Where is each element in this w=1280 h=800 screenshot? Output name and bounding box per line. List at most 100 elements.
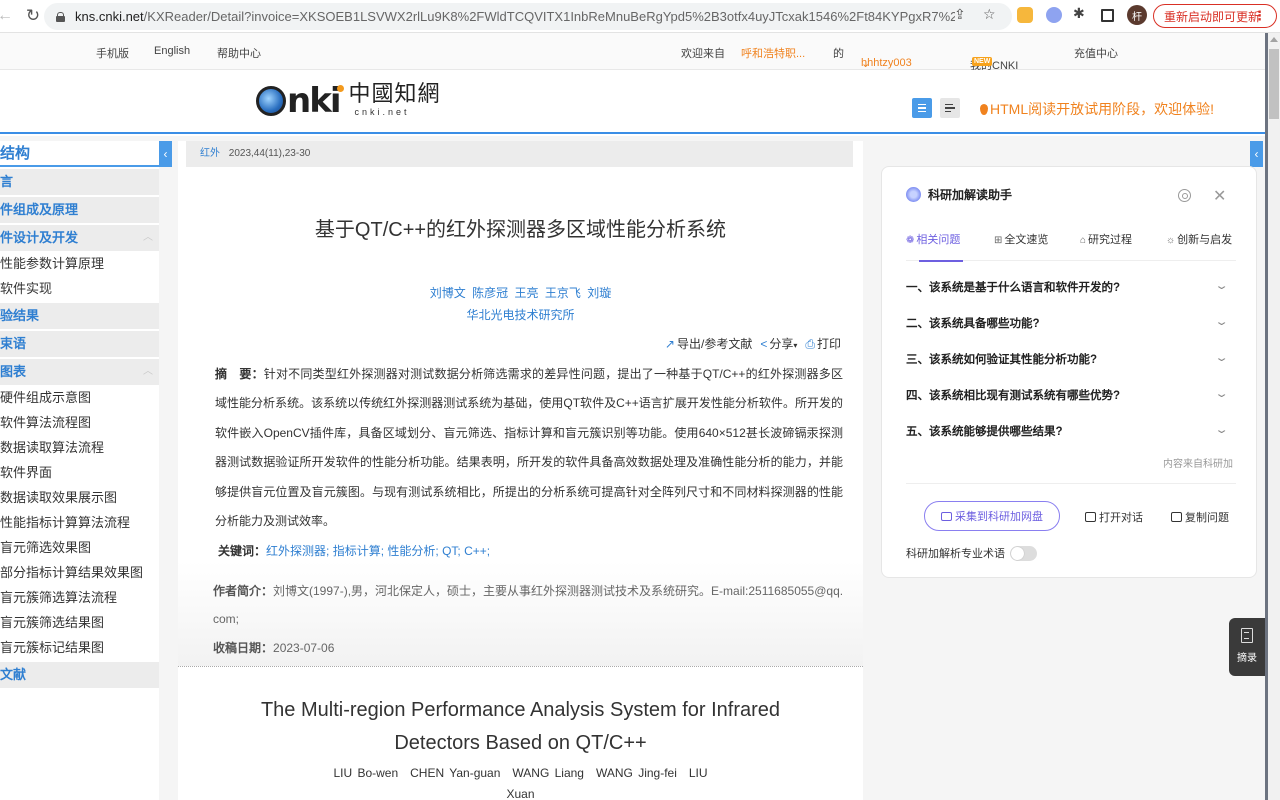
tab-icon: ⊞ xyxy=(994,235,1003,246)
help-link[interactable]: 帮助中心 xyxy=(217,45,261,61)
toc-item[interactable]: 盲元筛选效果图 xyxy=(0,535,159,560)
assistant-title-text: 科研加解读助手 xyxy=(928,188,1013,202)
toc-item[interactable]: 盲元簇标记结果图 xyxy=(0,635,159,660)
toc-item[interactable]: 硬件组成示意图 xyxy=(0,385,159,410)
question-item[interactable]: 一、该系统是基于什么语言和软件开发的? ⌄ xyxy=(906,277,1236,313)
keyword-link[interactable]: 指标计算 xyxy=(333,544,381,558)
chevron-up-icon[interactable]: ︿ xyxy=(143,225,153,251)
toc-item-label: 数据读取效果展示图 xyxy=(0,490,118,505)
copy-question-button[interactable]: 复制问题 xyxy=(1171,509,1229,525)
toc-item[interactable]: 性能指标计算算法流程 xyxy=(0,510,159,535)
scroll-up-arrow-icon[interactable] xyxy=(1270,37,1278,42)
toc-item[interactable]: 图表 ︿ xyxy=(0,357,159,385)
question-item[interactable]: 二、该系统具备哪些功能? ⌄ xyxy=(906,313,1236,349)
export-icon: ↗ xyxy=(664,337,675,351)
toc-item[interactable]: 性能参数计算原理 xyxy=(0,251,159,276)
toc-item-label: 件设计及开发 xyxy=(0,230,79,245)
view-mode-left-button[interactable] xyxy=(940,98,960,118)
toc-item[interactable]: 部分指标计算结果效果图 xyxy=(0,560,159,585)
author-link[interactable]: 刘博文 xyxy=(430,286,466,300)
toc-item[interactable]: 言 xyxy=(0,167,159,195)
toc-item[interactable]: 件组成及原理 xyxy=(0,195,159,223)
abstract: 摘 要：针对不同类型红外探测器对测试数据分析筛选需求的差异性问题，提出了一种基于… xyxy=(215,360,843,536)
tab-label: 全文速览 xyxy=(1004,234,1049,246)
assistant-tabs: ❁ 相关问题 ⊞ 全文速览 ⌂ 研究过程 ☼ 创新与启发 xyxy=(906,231,1236,262)
toc-item[interactable]: 束语 xyxy=(0,329,159,357)
chevron-up-icon[interactable]: ︿ xyxy=(143,359,153,385)
right-panel-collapse-button[interactable]: ‹ xyxy=(1250,141,1263,167)
toc-item-label: 盲元筛选效果图 xyxy=(0,540,92,555)
notes-icon xyxy=(1241,628,1253,643)
question-item[interactable]: 四、该系统相比现有测试系统有哪些优势? ⌄ xyxy=(906,385,1236,421)
reload-icon[interactable]: ↻ xyxy=(22,5,44,27)
toc-item[interactable]: 数据读取算法流程 xyxy=(0,435,159,460)
excerpt-button[interactable]: 摘录 xyxy=(1229,618,1265,676)
cnki-logo[interactable]: nki 中國知網 cnki.net xyxy=(256,78,441,120)
address-bar[interactable]: kns.cnki.net/KXReader/Detail?invoice=XKS… xyxy=(44,3,1012,30)
back-icon[interactable]: ← xyxy=(0,5,16,27)
share-button[interactable]: < 分享▾ xyxy=(760,335,797,352)
content-source: 内容来自科研加 xyxy=(1163,459,1233,470)
toc-collapse-button[interactable]: ‹ xyxy=(159,141,172,167)
new-badge: NEW xyxy=(972,57,993,66)
author-link[interactable]: 王京飞 xyxy=(545,286,581,300)
settings-gear-icon[interactable] xyxy=(1178,189,1191,202)
toc-item[interactable]: 盲元簇筛选结果图 xyxy=(0,610,159,635)
url-text[interactable]: kns.cnki.net/KXReader/Detail?invoice=XKS… xyxy=(75,9,955,24)
update-label: 重新启动即可更新 xyxy=(1164,9,1261,24)
assistant-tab[interactable]: ⊞ 全文速览 xyxy=(994,231,1080,261)
toc-item[interactable]: 数据读取效果展示图 xyxy=(0,485,159,510)
mobile-link[interactable]: 手机版 xyxy=(96,45,129,61)
collect-to-drive-button[interactable]: 采集到科研加网盘 xyxy=(924,501,1060,531)
toc-item[interactable]: 验结果 xyxy=(0,301,159,329)
question-text: 四、该系统相比现有测试系统有哪些优势? xyxy=(906,390,1121,402)
profile-avatar[interactable]: 杆 xyxy=(1127,5,1147,25)
author-link[interactable]: 陈彦冠 xyxy=(472,286,508,300)
toc-item-label: 部分指标计算结果效果图 xyxy=(0,565,144,580)
keyword-link[interactable]: QT xyxy=(442,544,457,558)
assistant-tab[interactable]: ❁ 相关问题 xyxy=(906,231,994,262)
toc-item-label: 文献 xyxy=(0,667,27,682)
author-link[interactable]: 王亮 xyxy=(514,286,538,300)
english-link[interactable]: English xyxy=(154,45,190,57)
affiliation-link[interactable]: 华北光电技术研究所 xyxy=(178,306,863,323)
recharge-link[interactable]: 充值中心 xyxy=(1074,45,1118,61)
toc-item[interactable]: 盲元簇筛选算法流程 xyxy=(0,585,159,610)
print-button[interactable]: ⎙ 打印 xyxy=(805,335,841,352)
journal-link[interactable]: 红外 xyxy=(200,148,220,159)
scrollbar-thumb[interactable] xyxy=(1269,49,1279,119)
institution-link[interactable]: 呼和浩特职... xyxy=(741,45,805,61)
toc-item[interactable]: 软件算法流程图 xyxy=(0,410,159,435)
keyword-link[interactable]: 性能分析 xyxy=(387,544,435,558)
assistant-tab[interactable]: ☼ 创新与启发 xyxy=(1166,231,1236,261)
toc-item[interactable]: 软件实现 xyxy=(0,276,159,301)
chevron-down-icon: ⌄ xyxy=(1214,388,1229,400)
extension-icon[interactable] xyxy=(1017,7,1033,23)
keyword-link[interactable]: 红外探测器 xyxy=(266,544,326,558)
close-icon[interactable]: ✕ xyxy=(1213,186,1226,206)
lock-icon xyxy=(56,11,65,22)
bookmark-star-icon[interactable]: ☆ xyxy=(983,6,996,23)
toc-item[interactable]: 文献 xyxy=(0,660,159,688)
toc-item[interactable]: 软件界面 xyxy=(0,460,159,485)
keyword-link[interactable]: C++ xyxy=(464,544,487,558)
restart-update-button[interactable]: 重新启动即可更新 ⋮ xyxy=(1153,4,1277,28)
toc-item[interactable]: 件设计及开发 ︿ xyxy=(0,223,159,251)
extensions-puzzle-icon[interactable]: ✱ xyxy=(1073,5,1089,21)
terminology-toggle-switch[interactable] xyxy=(1010,545,1037,561)
author-link[interactable]: 刘璇 xyxy=(587,286,611,300)
extension-icon[interactable] xyxy=(1046,7,1062,23)
question-item[interactable]: 三、该系统如何验证其性能分析功能? ⌄ xyxy=(906,349,1236,385)
bio-text: 刘博文(1997-),男，河北保定人，硕士，主要从事红外探测器测试技术及系统研究… xyxy=(213,584,844,626)
toc-item-label: 验结果 xyxy=(0,308,40,323)
export-button[interactable]: ↗ 导出/参考文献 xyxy=(665,335,752,352)
view-mode-centered-button[interactable] xyxy=(912,98,932,118)
chevron-down-icon: ⌄ xyxy=(1214,280,1229,292)
page-scrollbar[interactable] xyxy=(1265,33,1280,800)
share-page-icon[interactable]: ⇪ xyxy=(954,6,966,23)
assistant-tab[interactable]: ⌂ 研究过程 xyxy=(1080,231,1166,261)
tab-label: 研究过程 xyxy=(1088,234,1133,246)
open-chat-button[interactable]: 打开对话 xyxy=(1085,509,1143,525)
question-item[interactable]: 五、该系统能够提供哪些结果? ⌄ xyxy=(906,421,1236,457)
side-panel-icon[interactable] xyxy=(1101,9,1114,22)
